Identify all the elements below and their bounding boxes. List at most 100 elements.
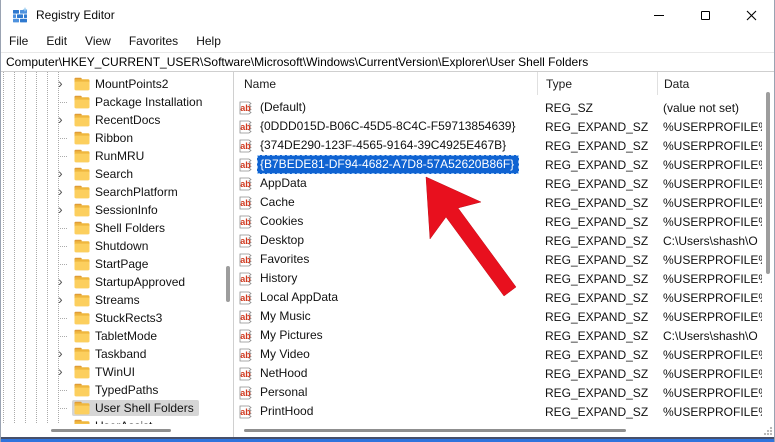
tree-twisty[interactable]: › <box>58 187 72 197</box>
tree-vertical-scrollbar[interactable] <box>223 72 233 424</box>
menu-item[interactable]: Favorites <box>129 32 187 51</box>
address-bar[interactable]: Computer\HKEY_CURRENT_USER\Software\Micr… <box>1 52 774 72</box>
tree-item[interactable]: › Search <box>1 165 223 183</box>
minimize-button[interactable] <box>636 0 682 30</box>
value-row[interactable]: ab Cache REG_EXPAND_SZ %USERPROFILE% <box>234 193 774 212</box>
tree-item[interactable]: StartPage <box>1 255 223 273</box>
tree-horizontal-scrollbar[interactable] <box>1 424 223 437</box>
value-row[interactable]: ab Cookies REG_EXPAND_SZ %USERPROFILE% <box>234 212 774 231</box>
value-name[interactable]: Personal <box>257 383 312 402</box>
menu-item[interactable]: File <box>9 32 37 51</box>
value-row[interactable]: ab My Pictures REG_EXPAND_SZ C:\Users\sh… <box>234 326 774 345</box>
tree-item-box[interactable]: Search <box>72 166 138 182</box>
tree-twisty[interactable] <box>58 242 72 251</box>
value-name-cell[interactable]: ab Personal <box>234 383 537 402</box>
value-name[interactable]: Cookies <box>257 212 308 231</box>
value-name[interactable]: {374DE290-123F-4565-9164-39C4925E467B} <box>257 136 511 155</box>
value-name[interactable]: NetHood <box>257 364 312 383</box>
tree-twisty[interactable] <box>58 314 72 323</box>
tree-item[interactable]: › TWinUI <box>1 363 223 381</box>
value-name-cell[interactable]: ab Cookies <box>234 212 537 231</box>
value-row[interactable]: ab My Video REG_EXPAND_SZ %USERPROFILE% <box>234 345 774 364</box>
value-name-cell[interactable]: ab AppData <box>234 174 537 193</box>
value-name-cell[interactable]: ab My Music <box>234 307 537 326</box>
value-row[interactable]: ab PrintHood REG_EXPAND_SZ %USERPROFILE% <box>234 402 774 421</box>
tree-twisty[interactable]: › <box>58 79 72 89</box>
value-name-cell[interactable]: ab {0DDD015D-B06C-45D5-8C4C-F59713854639… <box>234 117 537 136</box>
tree-item[interactable]: RunMRU <box>1 147 223 165</box>
value-name[interactable]: My Video <box>257 345 315 364</box>
value-name[interactable]: My Pictures <box>257 326 328 345</box>
tree-item-box[interactable]: MountPoints2 <box>72 76 173 92</box>
tree-twisty[interactable]: › <box>58 367 72 377</box>
value-name[interactable]: Favorites <box>257 250 314 269</box>
column-header-name[interactable]: Name <box>234 72 537 95</box>
tree-item[interactable]: › Streams <box>1 291 223 309</box>
tree-twisty[interactable] <box>58 134 72 143</box>
close-button[interactable] <box>728 0 774 30</box>
value-name-cell[interactable]: ab Favorites <box>234 250 537 269</box>
tree-item-box[interactable]: Package Installation <box>72 94 207 110</box>
tree-twisty[interactable]: › <box>58 277 72 287</box>
tree-item-box[interactable]: SearchPlatform <box>72 184 183 200</box>
value-row[interactable]: ab AppData REG_EXPAND_SZ %USERPROFILE% <box>234 174 774 193</box>
tree-twisty[interactable] <box>58 404 72 413</box>
tree-item-box[interactable]: Taskband <box>72 346 151 362</box>
value-name[interactable]: Desktop <box>257 231 309 250</box>
tree-item-box[interactable]: Ribbon <box>72 130 138 146</box>
value-row[interactable]: ab Favorites REG_EXPAND_SZ %USERPROFILE% <box>234 250 774 269</box>
value-name-cell[interactable]: ab NetHood <box>234 364 537 383</box>
value-name-cell[interactable]: ab My Pictures <box>234 326 537 345</box>
tree-hscroll-thumb[interactable] <box>51 429 171 432</box>
tree-item[interactable]: TypedPaths <box>1 381 223 399</box>
menu-item[interactable]: Help <box>196 32 230 51</box>
tree-twisty[interactable]: › <box>58 169 72 179</box>
tree-item-box[interactable]: TWinUI <box>72 364 140 380</box>
value-name[interactable]: AppData <box>257 174 312 193</box>
tree-twisty[interactable] <box>58 152 72 161</box>
tree-item-box[interactable]: RecentDocs <box>72 112 165 128</box>
tree-item[interactable]: Ribbon <box>1 129 223 147</box>
column-header-type[interactable]: Type <box>537 72 657 95</box>
value-row[interactable]: ab My Music REG_EXPAND_SZ %USERPROFILE% <box>234 307 774 326</box>
tree-item[interactable]: › RecentDocs <box>1 111 223 129</box>
value-name[interactable]: PrintHood <box>257 402 318 421</box>
value-row[interactable]: ab Desktop REG_EXPAND_SZ C:\Users\shash\… <box>234 231 774 250</box>
menu-item[interactable]: Edit <box>46 32 76 51</box>
tree-item[interactable]: TabletMode <box>1 327 223 345</box>
tree-item[interactable]: › Taskband <box>1 345 223 363</box>
list-vscroll-thumb[interactable] <box>766 92 770 274</box>
tree-twisty[interactable]: › <box>58 349 72 359</box>
tree-twisty[interactable] <box>58 98 72 107</box>
tree-item-box[interactable]: TabletMode <box>72 328 162 344</box>
value-row[interactable]: ab Local AppData REG_EXPAND_SZ %USERPROF… <box>234 288 774 307</box>
value-name[interactable]: {0DDD015D-B06C-45D5-8C4C-F59713854639} <box>257 117 521 136</box>
value-name[interactable]: Local AppData <box>257 288 343 307</box>
tree-item-box[interactable]: StartPage <box>72 256 153 272</box>
tree-item[interactable]: User Shell Folders <box>1 399 223 417</box>
window-resize-grip[interactable] <box>763 426 773 436</box>
tree-item-box[interactable]: Streams <box>72 292 145 308</box>
value-row[interactable]: ab (Default) REG_SZ (value not set) <box>234 98 774 117</box>
value-name[interactable]: My Music <box>257 307 316 326</box>
tree-item-box[interactable]: RunMRU <box>72 148 149 164</box>
value-row[interactable]: ab History REG_EXPAND_SZ %USERPROFILE% <box>234 269 774 288</box>
list-vertical-scrollbar[interactable] <box>762 78 774 424</box>
tree-twisty[interactable] <box>58 260 72 269</box>
value-name[interactable]: {B7BEDE81-DF94-4682-A7D8-57A52620B86F} <box>257 155 519 174</box>
value-row[interactable]: ab {374DE290-123F-4565-9164-39C4925E467B… <box>234 136 774 155</box>
tree-item-box[interactable]: Shell Folders <box>72 220 170 236</box>
maximize-button[interactable] <box>682 0 728 30</box>
tree-item[interactable]: › StartupApproved <box>1 273 223 291</box>
tree-item[interactable]: StuckRects3 <box>1 309 223 327</box>
tree-twisty[interactable] <box>58 386 72 395</box>
tree-item[interactable]: › SearchPlatform <box>1 183 223 201</box>
tree-item[interactable]: › SessionInfo <box>1 201 223 219</box>
value-name-cell[interactable]: ab {B7BEDE81-DF94-4682-A7D8-57A52620B86F… <box>234 155 537 174</box>
value-row[interactable]: ab {0DDD015D-B06C-45D5-8C4C-F59713854639… <box>234 117 774 136</box>
tree-item-box[interactable]: User Shell Folders <box>72 400 199 416</box>
tree-twisty[interactable]: › <box>58 295 72 305</box>
value-name[interactable]: Cache <box>257 193 300 212</box>
tree-item-box[interactable]: SessionInfo <box>72 202 163 218</box>
tree-item-box[interactable]: StuckRects3 <box>72 310 167 326</box>
